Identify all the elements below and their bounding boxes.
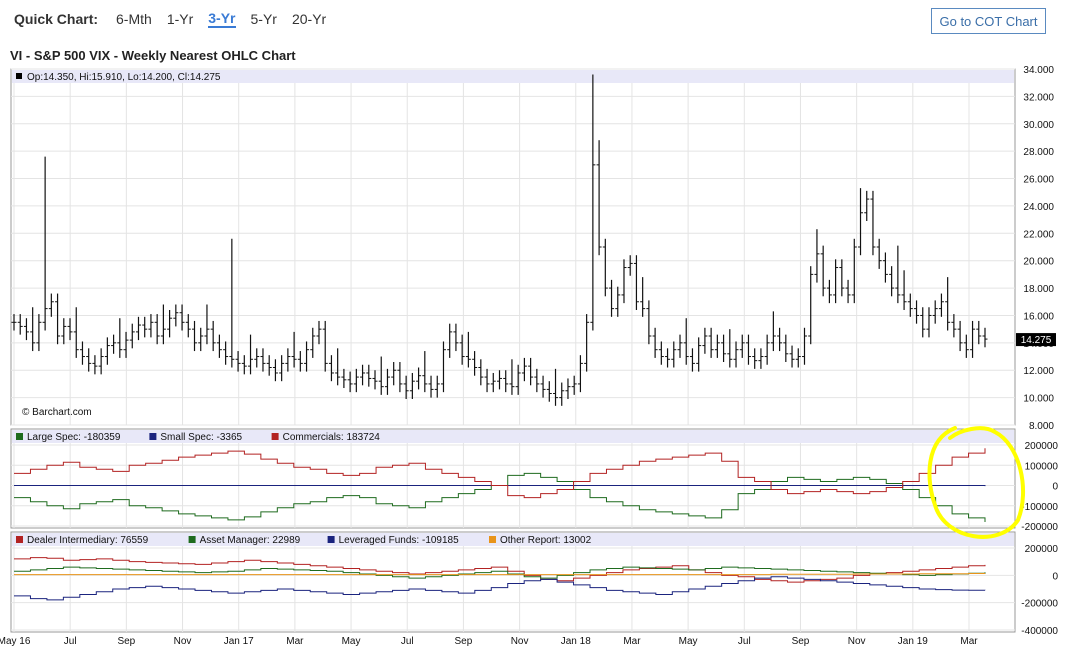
y-tick-label: 200000 (1025, 544, 1059, 555)
disaggregated-legend-label: Asset Manager: 22989 (200, 535, 301, 546)
watermark: © Barchart.com (22, 407, 92, 418)
x-tick-label: Nov (174, 636, 192, 647)
last-price-label: 14.275 (1021, 335, 1052, 346)
x-tick-label: Nov (511, 636, 529, 647)
disaggregated-legend-swatch (16, 536, 23, 543)
y-tick-label: -400000 (1021, 626, 1058, 637)
x-tick-label: Sep (792, 636, 810, 647)
y-tick-label: 0 (1052, 482, 1058, 493)
x-tick-label: Jan 19 (898, 636, 928, 647)
ohlc-legend-swatch (16, 73, 22, 79)
panel-1-frame (10, 68, 1016, 426)
x-tick-label: Jan 17 (224, 636, 254, 647)
y-tick-label: 100000 (1025, 461, 1059, 472)
x-tick-label: Jul (738, 636, 751, 647)
y-tick-label: 8.000 (1029, 421, 1054, 432)
disaggregated-legend-swatch (188, 536, 196, 543)
x-tick-label: May (342, 636, 361, 647)
x-tick-label: Mar (623, 636, 641, 647)
panel-3-frame (10, 531, 1016, 633)
y-tick-label: -100000 (1021, 502, 1058, 513)
y-tick-label: -200000 (1021, 599, 1058, 610)
disaggregated-legend-swatch (489, 536, 496, 543)
x-tick-label: Nov (848, 636, 866, 647)
y-tick-label: 12.000 (1023, 366, 1054, 377)
disaggregated-legend-swatch (327, 536, 335, 543)
x-tick-label: May (679, 636, 698, 647)
legacy-legend-label: Large Spec: -180359 (27, 432, 121, 443)
ohlc-legend: Op:14.350, Hi:15.910, Lo:14.200, Cl:14.2… (27, 72, 221, 83)
panel-2-frame (10, 428, 1016, 529)
y-tick-label: 200000 (1025, 441, 1059, 452)
chart-canvas[interactable]: May 16 Jul Sep Nov Jan 17 Mar May Jul Sep Nov Jan … (0, 0, 1076, 666)
y-tick-label: 22.000 (1023, 229, 1054, 240)
y-tick-label: 32.000 (1023, 92, 1054, 103)
y-tick-label: 20.000 (1023, 257, 1054, 268)
disaggregated-legend-label: Dealer Intermediary: 76559 (27, 535, 149, 546)
y-tick-label: 28.000 (1023, 147, 1054, 158)
x-tick-label: Sep (455, 636, 473, 647)
y-tick-label: 26.000 (1023, 175, 1054, 186)
disaggregated-legend-label: Leveraged Funds: -109185 (339, 535, 460, 546)
y-tick-label: 34.000 (1023, 65, 1054, 76)
legacy-legend-swatch (16, 433, 23, 440)
x-tick-label: Mar (286, 636, 304, 647)
disaggregated-legend-label: Other Report: 13002 (500, 535, 592, 546)
legacy-legend-swatch (149, 433, 157, 440)
x-tick-label: May 16 (0, 636, 31, 647)
x-tick-label: Jul (401, 636, 414, 647)
y-tick-label: 10.000 (1023, 394, 1054, 405)
legacy-legend-label: Commercials: 183724 (283, 432, 381, 443)
x-tick-label: Sep (117, 636, 135, 647)
x-tick-label: Jul (64, 636, 77, 647)
y-tick-label: 16.000 (1023, 311, 1054, 322)
legacy-legend-label: Small Spec: -3365 (160, 432, 242, 443)
legacy-legend-swatch (271, 433, 279, 440)
y-tick-label: -200000 (1021, 522, 1058, 533)
y-tick-label: 30.000 (1023, 120, 1054, 131)
x-tick-label: Mar (960, 636, 978, 647)
y-tick-label: 0 (1052, 571, 1058, 582)
y-tick-label: 24.000 (1023, 202, 1054, 213)
x-tick-label: Jan 18 (561, 636, 591, 647)
y-tick-label: 18.000 (1023, 284, 1054, 295)
